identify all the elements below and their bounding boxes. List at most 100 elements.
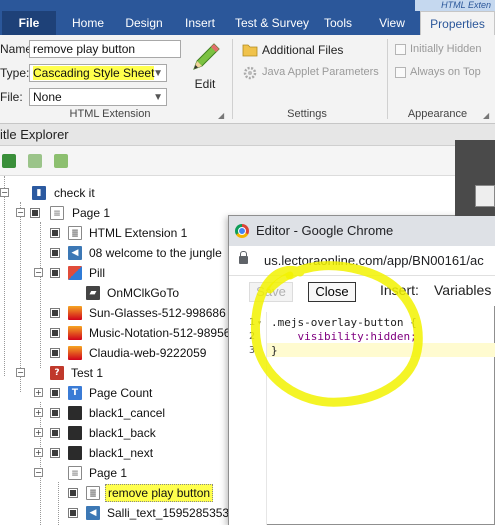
expand-icon[interactable]: + bbox=[34, 388, 43, 397]
add-chapter-icon[interactable] bbox=[28, 154, 42, 168]
tab-test-survey[interactable]: Test & Survey bbox=[230, 11, 314, 35]
visibility-checkbox[interactable] bbox=[50, 248, 60, 258]
shape-icon bbox=[68, 266, 82, 280]
image-icon bbox=[68, 326, 82, 340]
collapse-icon[interactable]: − bbox=[16, 208, 25, 217]
tab-tools[interactable]: Tools bbox=[318, 11, 358, 35]
collapse-icon[interactable]: − bbox=[34, 468, 43, 477]
code-line: .mejs-overlay-button { bbox=[271, 316, 417, 329]
button-icon bbox=[68, 446, 82, 460]
name-field[interactable]: remove play button bbox=[29, 40, 181, 58]
popup-title: Editor - Google Chrome bbox=[256, 223, 394, 238]
dialog-launcher-icon[interactable]: ◢ bbox=[483, 111, 489, 120]
book-icon: ▮ bbox=[32, 186, 46, 200]
chrome-icon bbox=[235, 224, 249, 238]
fold-icon[interactable]: ▾ bbox=[257, 316, 262, 330]
title-explorer-header: itle Explorer bbox=[0, 124, 495, 146]
java-applet-button[interactable]: Java Applet Parameters bbox=[240, 64, 380, 82]
tab-file[interactable]: File bbox=[2, 11, 56, 35]
close-button[interactable]: Close bbox=[308, 282, 356, 302]
collapse-icon[interactable]: − bbox=[16, 368, 25, 377]
explorer-toolbar bbox=[0, 146, 495, 176]
line-gutter bbox=[229, 312, 267, 525]
tab-design[interactable]: Design bbox=[118, 11, 170, 35]
type-label: Type: bbox=[0, 66, 30, 80]
tree-item-check-it[interactable]: − ▮ check it bbox=[0, 183, 495, 203]
tree-item-label: Test 1 bbox=[71, 366, 104, 380]
file-value: None bbox=[33, 90, 62, 104]
code-line: visibility:hidden; bbox=[271, 330, 417, 343]
initially-hidden-checkbox[interactable] bbox=[395, 44, 406, 55]
code-editor[interactable]: 1 ▾ 2 3 .mejs-overlay-button { visibilit… bbox=[229, 312, 495, 525]
tab-home[interactable]: Home bbox=[64, 11, 112, 35]
background-panel bbox=[475, 185, 495, 207]
variables-dropdown[interactable]: Variables bbox=[434, 282, 491, 298]
visibility-checkbox[interactable] bbox=[68, 488, 78, 498]
insert-label: Insert: bbox=[380, 282, 419, 298]
action-clapper-icon: ▰ bbox=[86, 286, 100, 300]
folder-icon bbox=[242, 44, 258, 57]
expand-icon[interactable]: + bbox=[34, 428, 43, 437]
save-button[interactable]: Save bbox=[249, 282, 293, 302]
button-icon bbox=[68, 406, 82, 420]
visibility-checkbox[interactable] bbox=[50, 328, 60, 338]
additional-files-label: Additional Files bbox=[262, 43, 344, 57]
expand-icon[interactable]: + bbox=[34, 408, 43, 417]
edit-label: Edit bbox=[194, 77, 216, 91]
tree-item-label: Salli_text_1595285353 bbox=[107, 506, 230, 520]
visibility-checkbox[interactable] bbox=[50, 268, 60, 278]
audio-icon: ◀ bbox=[86, 506, 100, 520]
add-section-icon[interactable] bbox=[54, 154, 68, 168]
group-appearance-label: Appearance bbox=[407, 108, 468, 120]
group-settings-label: Settings bbox=[287, 108, 327, 120]
edit-button[interactable]: Edit bbox=[184, 39, 226, 91]
visibility-checkbox[interactable] bbox=[30, 208, 40, 218]
java-applet-label: Java Applet Parameters bbox=[262, 66, 379, 78]
address-bar[interactable]: us.lectoraonline.com/app/BN00161/ac bbox=[229, 246, 495, 276]
visibility-checkbox[interactable] bbox=[50, 228, 60, 238]
image-icon bbox=[68, 346, 82, 360]
visibility-checkbox[interactable] bbox=[50, 448, 60, 458]
expand-icon[interactable]: + bbox=[34, 448, 43, 457]
tab-properties[interactable]: Properties bbox=[420, 11, 495, 35]
line-number: 3 bbox=[249, 345, 256, 356]
image-icon bbox=[68, 306, 82, 320]
ribbon-panel: Name: remove play button Type: Cascading… bbox=[0, 35, 495, 124]
group-divider bbox=[387, 39, 388, 119]
file-select[interactable]: None ▼ bbox=[29, 88, 167, 106]
button-icon bbox=[68, 426, 82, 440]
popup-title-bar: Editor - Google Chrome bbox=[229, 216, 495, 246]
tree-item-label: Page 1 bbox=[89, 466, 128, 480]
visibility-checkbox[interactable] bbox=[50, 348, 60, 358]
additional-files-button[interactable]: Additional Files bbox=[240, 41, 370, 59]
tree-item-label: HTML Extension 1 bbox=[89, 226, 188, 240]
chevron-down-icon: ▼ bbox=[153, 92, 163, 103]
page-icon: ≡ bbox=[68, 466, 82, 480]
tree-item-label: Pill bbox=[89, 266, 106, 280]
editor-toolbar: Save Close Insert: Variables bbox=[229, 276, 495, 306]
group-html-extension-label: HTML Extension bbox=[69, 108, 151, 120]
tree-item-label: Sun-Glasses-512-998686 bbox=[89, 306, 226, 320]
title-explorer-label: itle Explorer bbox=[0, 127, 69, 142]
chevron-down-icon: ▼ bbox=[153, 68, 163, 79]
tab-view[interactable]: View bbox=[372, 11, 412, 35]
visibility-checkbox[interactable] bbox=[50, 388, 60, 398]
visibility-checkbox[interactable] bbox=[68, 508, 78, 518]
type-select[interactable]: Cascading Style Sheet ▼ bbox=[29, 64, 167, 82]
title-bar: HTML Exten bbox=[0, 0, 495, 11]
always-on-top-checkbox[interactable] bbox=[395, 67, 406, 78]
collapse-icon[interactable]: − bbox=[0, 188, 9, 197]
tree-item-label: Page 1 bbox=[72, 206, 111, 220]
add-page-icon[interactable] bbox=[2, 154, 16, 168]
visibility-checkbox[interactable] bbox=[50, 428, 60, 438]
text-icon: T bbox=[68, 386, 82, 400]
dialog-launcher-icon[interactable]: ◢ bbox=[218, 111, 224, 120]
collapse-icon[interactable]: − bbox=[34, 268, 43, 277]
type-value: Cascading Style Sheet bbox=[33, 66, 155, 80]
url-text: us.lectoraonline.com/app/BN00161/ac bbox=[264, 253, 484, 268]
visibility-checkbox[interactable] bbox=[50, 308, 60, 318]
always-on-top-label: Always on Top bbox=[410, 66, 481, 78]
visibility-checkbox[interactable] bbox=[50, 408, 60, 418]
tree-item-label: black1_cancel bbox=[89, 406, 166, 420]
tab-insert[interactable]: Insert bbox=[176, 11, 224, 35]
